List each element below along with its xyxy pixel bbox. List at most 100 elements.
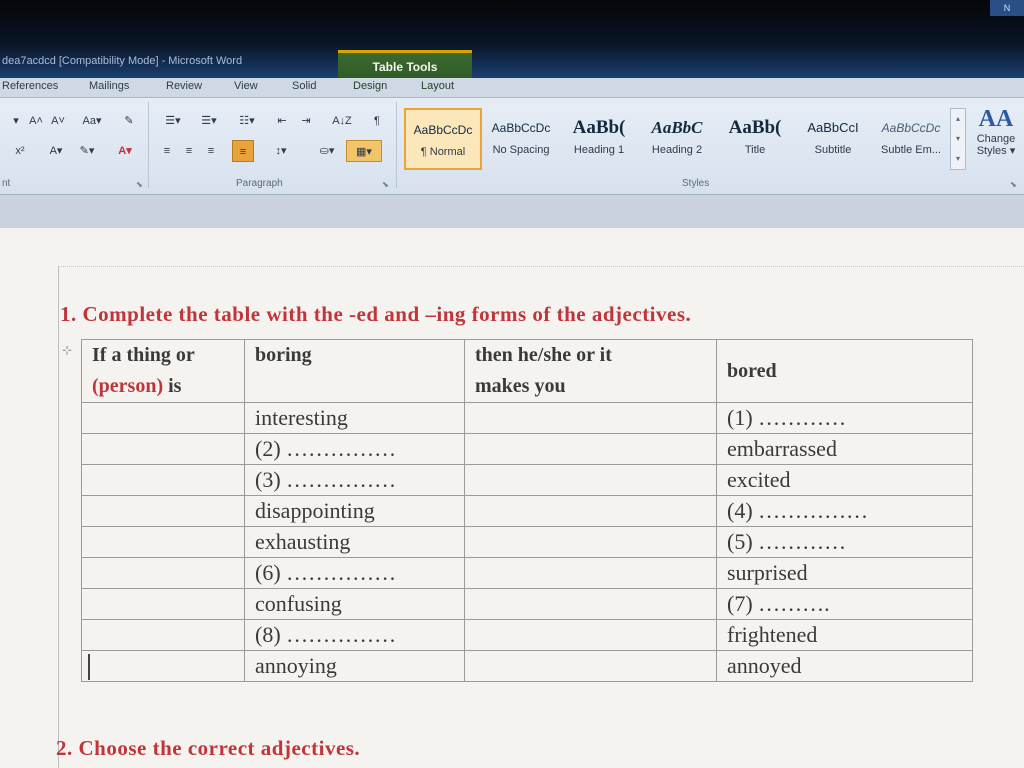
ed-form-cell[interactable]: (4) …………… xyxy=(716,495,973,527)
table-cell[interactable] xyxy=(464,526,717,558)
styles-group-label: Styles xyxy=(682,178,710,189)
show-formatting-button[interactable]: ¶ xyxy=(368,110,386,132)
header-cell-subject[interactable]: If a thing or (person) is xyxy=(81,339,245,403)
ing-form-cell[interactable]: (8) …………… xyxy=(244,619,465,651)
borders-button[interactable]: ▦▾ xyxy=(346,140,382,162)
table-move-handle-icon[interactable]: ⊹ xyxy=(62,343,72,357)
multilevel-list-button[interactable]: ☷▾ xyxy=(232,110,262,132)
table-row: annoying annoyed xyxy=(81,650,973,682)
table-cell[interactable] xyxy=(464,650,717,682)
table-cell[interactable] xyxy=(464,464,717,496)
line-spacing-button[interactable]: ↕▾ xyxy=(266,140,296,162)
align-left-button[interactable]: ≡ xyxy=(158,140,176,162)
table-cell[interactable] xyxy=(464,495,717,527)
table-cell[interactable] xyxy=(464,402,717,434)
sort-button[interactable]: A↓Z xyxy=(328,110,356,132)
group-separator xyxy=(148,102,149,188)
highlight-color-button[interactable]: ✎▾ xyxy=(72,140,102,162)
table-cell[interactable] xyxy=(81,619,245,651)
text-effects-button[interactable]: A▾ xyxy=(44,140,68,162)
table-cell[interactable] xyxy=(81,588,245,620)
style-preview: AaBbCcI xyxy=(807,120,859,135)
table-cell[interactable] xyxy=(464,619,717,651)
ing-form-cell[interactable]: confusing xyxy=(244,588,465,620)
ed-form-cell[interactable]: surprised xyxy=(716,557,973,589)
ing-form-cell[interactable]: disappointing xyxy=(244,495,465,527)
ing-form-cell[interactable]: exhausting xyxy=(244,526,465,558)
style-name: ¶ Normal xyxy=(420,146,466,158)
superscript-button[interactable]: x² xyxy=(6,140,34,162)
header-text-line2: makes you xyxy=(475,375,566,397)
ing-form-cell[interactable]: (3) …………… xyxy=(244,464,465,496)
ing-form-cell[interactable]: (2) …………… xyxy=(244,433,465,465)
table-cell[interactable] xyxy=(81,464,245,496)
grow-font-button[interactable]: A˄ xyxy=(26,110,46,132)
header-cell-result[interactable]: then he/she or it makes you xyxy=(464,339,717,403)
paragraph-group-label: Paragraph xyxy=(236,178,283,189)
style-title[interactable]: AaBb( Title xyxy=(716,108,794,170)
font-color-button[interactable]: A▾ xyxy=(110,140,140,162)
table-tools-label: Table Tools xyxy=(372,60,438,74)
shading-button[interactable]: ⛀▾ xyxy=(312,140,342,162)
clear-formatting-button[interactable]: ✎ xyxy=(118,110,140,132)
ing-form-cell[interactable]: interesting xyxy=(244,402,465,434)
table-cell[interactable] xyxy=(81,526,245,558)
ed-form-cell[interactable]: (5) ………… xyxy=(716,526,973,558)
tab-layout[interactable]: Layout xyxy=(421,80,454,92)
style-heading-2[interactable]: AaBbC Heading 2 xyxy=(638,108,716,170)
adjectives-table[interactable]: If a thing or (person) is boring then he… xyxy=(81,339,973,682)
font-dialog-launcher-icon[interactable]: ⬊ xyxy=(136,180,143,189)
bullets-button[interactable]: ☰▾ xyxy=(158,110,188,132)
header-cell-ed[interactable]: bored xyxy=(716,339,973,403)
ing-form-cell[interactable]: annoying xyxy=(244,650,465,682)
numbering-button[interactable]: ☰▾ xyxy=(194,110,224,132)
tab-view[interactable]: View xyxy=(234,80,258,92)
justify-button[interactable]: ≡ xyxy=(232,140,254,162)
scroll-up-icon[interactable]: ▴ xyxy=(951,109,965,129)
ed-form-cell[interactable]: (1) ………… xyxy=(716,402,973,434)
change-case-button[interactable]: Aa▾ xyxy=(78,110,106,132)
table-row: interesting (1) ………… xyxy=(81,402,973,434)
table-cell[interactable] xyxy=(464,433,717,465)
center-button[interactable]: ≡ xyxy=(180,140,198,162)
table-cell[interactable] xyxy=(81,557,245,589)
style-name: Heading 1 xyxy=(573,144,625,156)
style-subtle-emphasis[interactable]: AaBbCcDc Subtle Em... xyxy=(872,108,950,170)
ed-form-cell[interactable]: embarrassed xyxy=(716,433,973,465)
table-cell[interactable] xyxy=(81,495,245,527)
tab-design[interactable]: Design xyxy=(353,80,387,92)
decrease-indent-button[interactable]: ⇤ xyxy=(272,110,292,132)
ed-form-cell[interactable]: excited xyxy=(716,464,973,496)
ing-form-cell[interactable]: (6) …………… xyxy=(244,557,465,589)
scroll-down-icon[interactable]: ▾ xyxy=(951,129,965,149)
ed-form-cell[interactable]: (7) ………. xyxy=(716,588,973,620)
table-row: (3) …………… excited xyxy=(81,464,973,496)
ed-form-cell[interactable]: annoyed xyxy=(716,650,973,682)
style-no-spacing[interactable]: AaBbCcDc No Spacing xyxy=(482,108,560,170)
align-right-button[interactable]: ≡ xyxy=(202,140,220,162)
style-normal[interactable]: AaBbCcDc ¶ Normal xyxy=(404,108,482,170)
table-cell[interactable] xyxy=(464,588,717,620)
styles-dialog-launcher-icon[interactable]: ⬊ xyxy=(1010,180,1017,189)
window-corner-button[interactable]: N xyxy=(990,0,1024,16)
table-cell[interactable] xyxy=(464,557,717,589)
tab-mailings[interactable]: Mailings xyxy=(89,80,129,92)
shrink-font-button[interactable]: A˅ xyxy=(48,110,68,132)
ed-form-cell[interactable]: frightened xyxy=(716,619,973,651)
style-heading-1[interactable]: AaBb( Heading 1 xyxy=(560,108,638,170)
style-subtitle[interactable]: AaBbCcI Subtitle xyxy=(794,108,872,170)
styles-gallery-scroll[interactable]: ▴ ▾ ▾ xyxy=(950,108,966,170)
tab-solid[interactable]: Solid xyxy=(292,80,316,92)
more-styles-icon[interactable]: ▾ xyxy=(951,149,965,169)
header-cell-ing[interactable]: boring xyxy=(244,339,465,403)
ribbon-tab-bar: References Mailings Review View Solid De… xyxy=(0,78,1024,98)
table-cell[interactable] xyxy=(81,650,245,682)
tab-review[interactable]: Review xyxy=(166,80,202,92)
table-cell[interactable] xyxy=(81,433,245,465)
change-styles-button[interactable]: AA Change Styles ▾ xyxy=(970,106,1022,176)
tab-references[interactable]: References xyxy=(2,80,58,92)
paragraph-dialog-launcher-icon[interactable]: ⬊ xyxy=(382,180,389,189)
font-size-dropdown-icon[interactable]: ▾ xyxy=(6,110,26,132)
table-cell[interactable] xyxy=(81,402,245,434)
increase-indent-button[interactable]: ⇥ xyxy=(296,110,316,132)
